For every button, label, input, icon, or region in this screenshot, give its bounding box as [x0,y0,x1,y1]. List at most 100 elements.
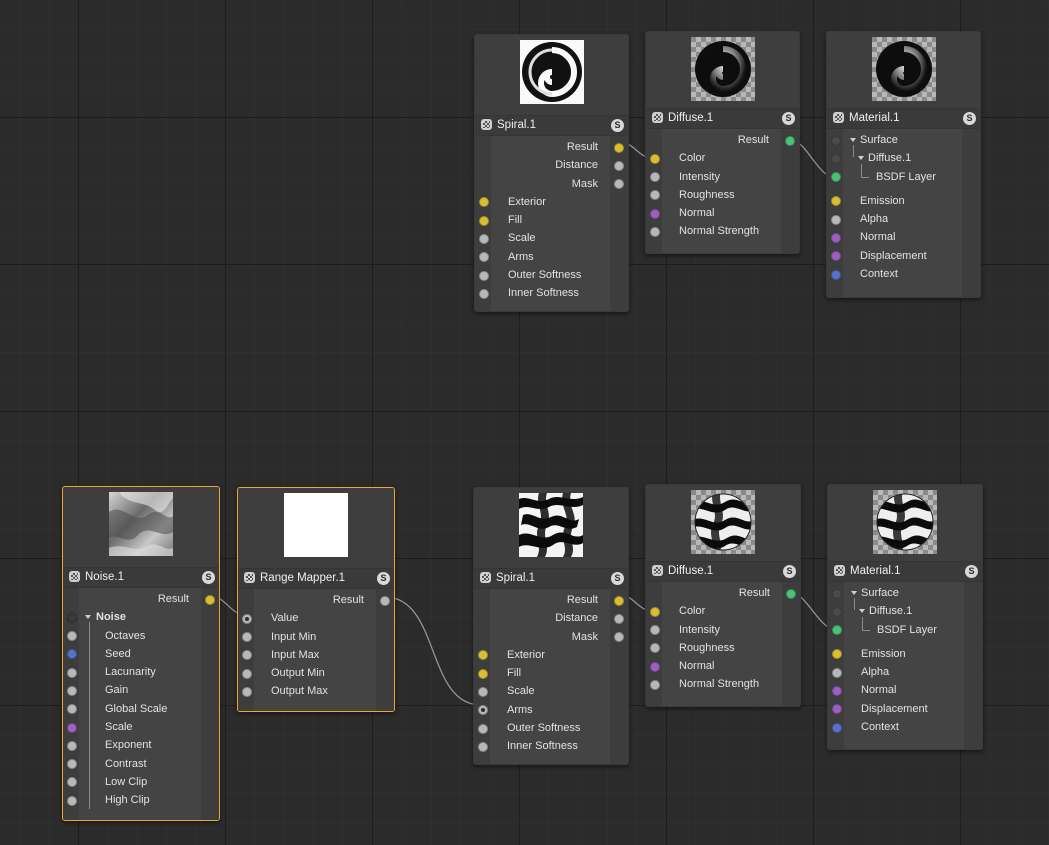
expand-triangle-icon[interactable] [85,615,91,620]
output-port[interactable] [614,613,624,624]
input-port[interactable] [831,269,841,280]
input-port[interactable] [831,214,841,225]
input-port[interactable] [479,270,489,281]
input-port[interactable] [479,197,489,208]
port-label: Diffuse.1 [869,605,913,618]
input-port[interactable] [67,704,77,715]
input-port-connected[interactable] [478,705,488,716]
input-port[interactable] [242,668,252,679]
input-port[interactable] [242,650,252,661]
input-port[interactable] [67,740,77,751]
output-port[interactable] [614,595,624,606]
input-port[interactable] [832,667,842,678]
solo-button[interactable]: S [782,112,795,125]
port-normal-strength: Normal Strength [646,222,799,240]
material-header-top[interactable]: Material.1 S [827,108,980,129]
expand-triangle-icon[interactable] [850,138,856,142]
input-port[interactable] [67,795,77,806]
input-port[interactable] [67,612,77,623]
input-port[interactable] [479,215,489,226]
port-label: Gain [105,684,129,697]
input-port[interactable] [650,190,660,201]
input-port[interactable] [650,661,660,672]
solo-button[interactable]: S [965,565,978,578]
input-port[interactable] [831,172,841,183]
output-port[interactable] [785,135,795,146]
spiral-node-top[interactable]: Spiral.1 S Result Distance Mask Exterior… [474,34,629,312]
input-port[interactable] [478,650,488,661]
material-node-top[interactable]: Material.1 S Surface Diffuse.1 BSDF Laye… [826,31,981,298]
noise-node[interactable]: Noise.1 S Result Noise Octaves Seed Lacu… [62,486,220,821]
input-port[interactable] [242,686,252,697]
input-port[interactable] [67,777,77,788]
input-port[interactable] [832,685,842,696]
spiral-node-bottom[interactable]: Spiral.1 S Result Distance Mask Exterior… [473,487,629,765]
diffuse-node-top[interactable]: Diffuse.1 S Result Color Intensity Rough… [645,31,800,254]
param-octaves: Octaves [63,621,219,809]
input-port[interactable] [67,631,77,642]
expand-triangle-icon[interactable] [859,609,865,614]
input-port[interactable] [650,606,660,617]
input-port[interactable] [67,667,77,678]
input-port[interactable] [478,741,488,752]
solo-button[interactable]: S [611,572,624,585]
input-port-connected[interactable] [242,613,252,624]
input-port[interactable] [67,649,77,660]
input-port[interactable] [650,208,660,219]
input-port[interactable] [479,233,489,244]
input-port[interactable] [650,679,660,690]
output-port[interactable] [614,142,624,153]
output-port[interactable] [614,160,624,171]
solo-button[interactable]: S [963,112,976,125]
range-mapper-node[interactable]: Range Mapper.1 S Result Value Input Min … [237,487,395,712]
port-label: Lacunarity [105,666,156,679]
input-port[interactable] [650,153,660,164]
solo-button[interactable]: S [611,119,624,132]
input-port[interactable] [832,625,842,636]
input-port[interactable] [67,759,77,770]
input-port[interactable] [832,606,842,617]
solo-button[interactable]: S [202,571,215,584]
output-port[interactable] [380,595,390,606]
input-port[interactable] [479,252,489,263]
expand-triangle-icon[interactable] [858,156,864,161]
input-port[interactable] [831,251,841,262]
input-port[interactable] [832,722,842,733]
input-port[interactable] [478,723,488,734]
port-label: Mask [571,630,598,643]
input-port[interactable] [831,196,841,207]
input-port[interactable] [650,226,660,237]
diffuse-header-bottom[interactable]: Diffuse.1 S [646,561,800,582]
range-mapper-header[interactable]: Range Mapper.1 S [238,568,394,589]
expand-triangle-icon[interactable] [851,591,857,595]
output-port[interactable] [786,588,796,599]
input-port[interactable] [67,685,77,696]
input-port[interactable] [831,232,841,243]
input-port[interactable] [832,588,842,599]
input-port[interactable] [650,172,660,183]
input-port[interactable] [650,625,660,636]
spiral-header-top[interactable]: Spiral.1 S [475,115,628,136]
solo-button[interactable]: S [783,565,796,578]
input-port[interactable] [479,288,489,299]
output-port[interactable] [205,594,215,605]
input-port[interactable] [831,153,841,164]
solo-button[interactable]: S [377,572,390,585]
output-port[interactable] [614,179,624,190]
spiral-header-bottom[interactable]: Spiral.1 S [474,568,628,589]
material-node-bottom[interactable]: Material.1 S Surface Diffuse.1 BSDF Laye… [827,484,983,750]
diffuse-header-top[interactable]: Diffuse.1 S [646,108,799,129]
input-port[interactable] [650,643,660,654]
input-port[interactable] [831,135,841,146]
noise-header[interactable]: Noise.1 S [63,567,219,588]
input-port[interactable] [478,686,488,697]
input-port[interactable] [832,704,842,715]
port-label: BSDF Layer [876,170,936,183]
material-header-bottom[interactable]: Material.1 S [828,561,982,582]
input-port[interactable] [832,649,842,660]
input-port[interactable] [242,632,252,643]
diffuse-node-bottom[interactable]: Diffuse.1 S Result Color Intensity Rough… [645,484,801,707]
output-port[interactable] [614,632,624,643]
input-port[interactable] [67,722,77,733]
input-port[interactable] [478,668,488,679]
